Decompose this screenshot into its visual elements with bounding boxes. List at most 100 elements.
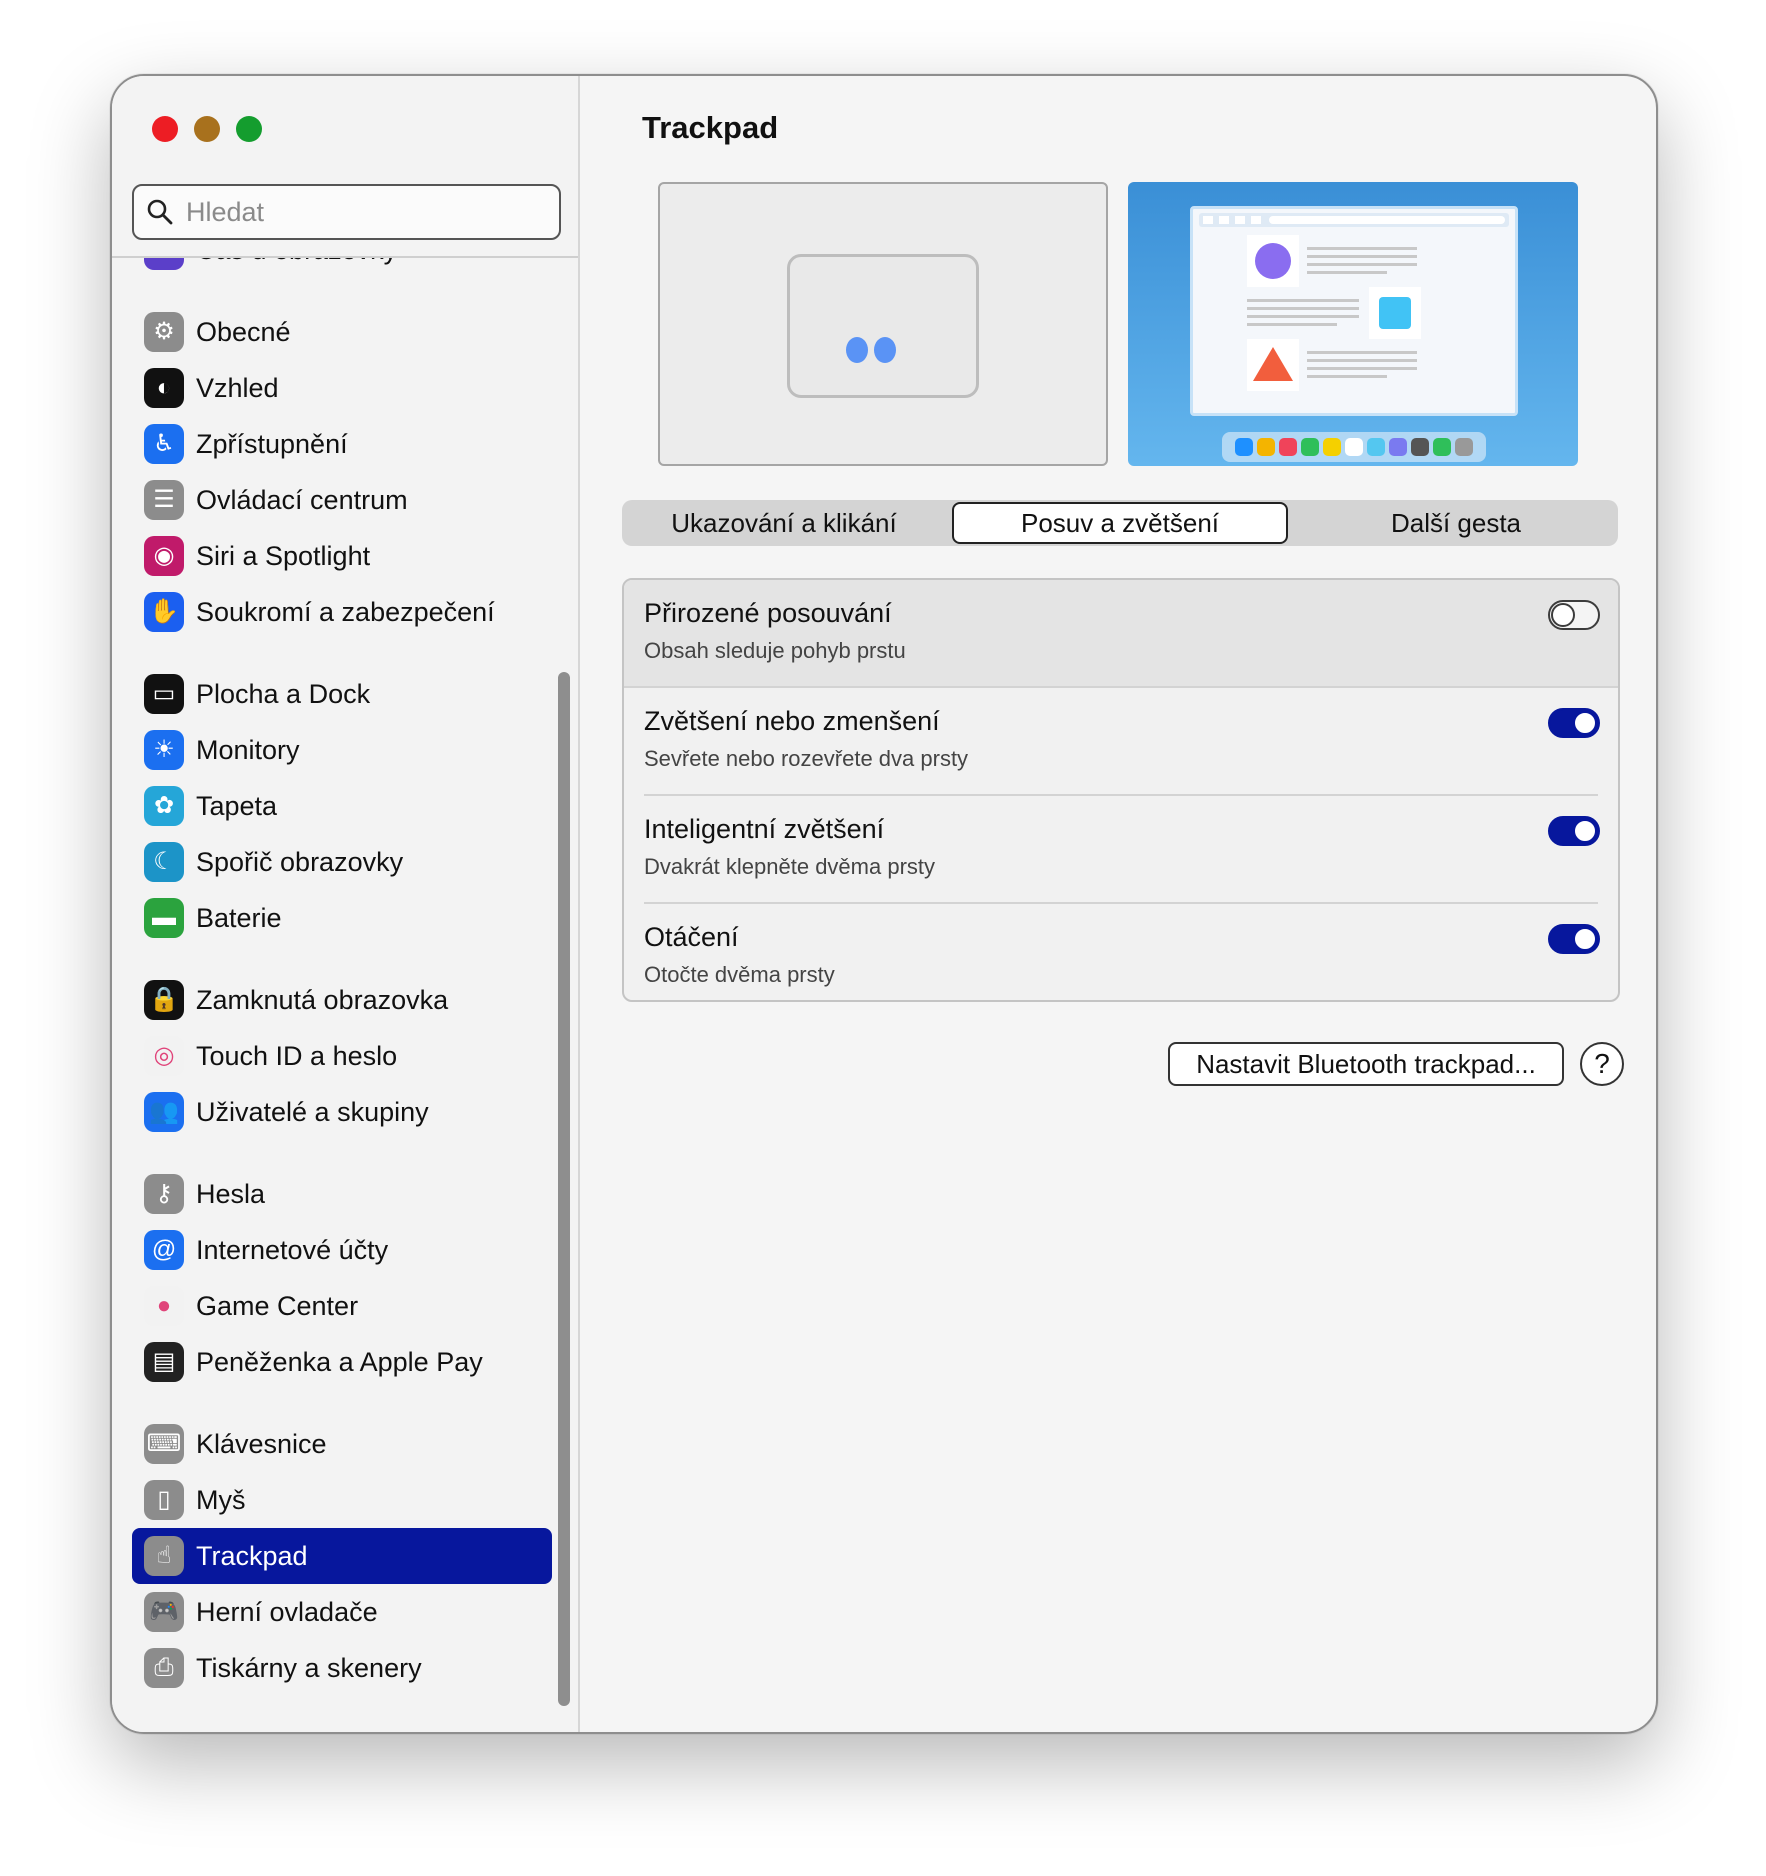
- tab-pointing-clicking[interactable]: Ukazování a klikání: [622, 502, 946, 544]
- trackpad-illustration: [787, 254, 979, 398]
- content-pane: Trackpad Ukazování a klikání Posuv a zvě…: [582, 76, 1656, 1732]
- game-center-icon: ●: [144, 1286, 184, 1326]
- gesture-settings-list: Přirozené posouvání Obsah sleduje pohyb …: [622, 578, 1620, 1002]
- zoom-window-button[interactable]: [236, 116, 262, 142]
- settings-window: ⧗ Čas u obrazovky ⚙ Obecné ◐ Vzhled ♿ Zpřístupn…: [110, 74, 1658, 1734]
- sidebar-item-klavesnice[interactable]: ⌨ Klávesnice: [132, 1416, 552, 1472]
- sidebar-scrollbar[interactable]: [558, 672, 570, 1706]
- at-icon: @: [144, 1230, 184, 1270]
- sidebar-item-label: Game Center: [196, 1290, 359, 1321]
- sidebar-item-mys[interactable]: ▯ Myš: [132, 1472, 552, 1528]
- finger-dot-icon: [874, 337, 896, 363]
- search-box[interactable]: [132, 184, 561, 240]
- setting-description: Otočte dvěma prsty: [644, 962, 835, 987]
- sidebar-group: ▭ Plocha a Dock ☀ Monitory ✿ Tapeta ☾ Spořič ob…: [132, 666, 552, 946]
- trackpad-icon: ☝: [144, 1536, 184, 1576]
- search-input[interactable]: [186, 196, 526, 228]
- sidebar-list[interactable]: ⧗ Čas u obrazovky ⚙ Obecné ◐ Vzhled ♿ Zpřístupn…: [132, 258, 552, 1714]
- setting-row-natural-scrolling: Přirozené posouvání Obsah sleduje pohyb …: [624, 580, 1618, 686]
- sidebar-item-monitory[interactable]: ☀ Monitory: [132, 722, 552, 778]
- sidebar-item-herni-ovladace[interactable]: 🎮 Herní ovladače: [132, 1584, 552, 1640]
- sidebar-item-game-center[interactable]: ● Game Center: [132, 1278, 552, 1334]
- natural-scrolling-toggle[interactable]: [1548, 600, 1600, 630]
- sidebar-item-label: Zpřístupnění: [196, 428, 348, 459]
- dock-icon: ▭: [144, 674, 184, 714]
- appearance-icon: ◐: [144, 368, 184, 408]
- page-title: Trackpad: [642, 110, 779, 145]
- sidebar-item-trackpad[interactable]: ☝ Trackpad: [132, 1528, 552, 1584]
- sidebar-item-soukromi-a-zabezpeceni[interactable]: ✋ Soukromí a zabezpečení: [132, 584, 552, 640]
- sidebar-item-hesla[interactable]: ⚷ Hesla: [132, 1166, 552, 1222]
- sidebar-item-label: Monitory: [196, 734, 300, 765]
- setting-row-smart-zoom: Inteligentní zvětšení Dvakrát klepněte d…: [624, 796, 1618, 902]
- sidebar-item-uzivatele-a-skupiny[interactable]: 👥 Uživatelé a skupiny: [132, 1084, 552, 1140]
- printer-icon: ⎙: [144, 1648, 184, 1688]
- sidebar-item-zamknuta-obrazovka[interactable]: 🔒 Zamknutá obrazovka: [132, 972, 552, 1028]
- accessibility-icon: ♿: [144, 424, 184, 464]
- tab-scroll-zoom[interactable]: Posuv a zvětšení: [952, 502, 1288, 544]
- sidebar-item-label: Plocha a Dock: [196, 678, 371, 709]
- sidebar-item-label: Tapeta: [196, 790, 278, 821]
- setting-label: Otáčení: [644, 922, 739, 952]
- preview-window-illustration: [1190, 206, 1518, 416]
- keyboard-icon: ⌨: [144, 1424, 184, 1464]
- gesture-preview-screen: [1128, 182, 1578, 466]
- sidebar-item-label: Spořič obrazovky: [196, 846, 404, 877]
- fingerprint-icon: ◎: [144, 1036, 184, 1076]
- setup-bluetooth-trackpad-button[interactable]: Nastavit Bluetooth trackpad...: [1168, 1042, 1564, 1086]
- smart-zoom-toggle[interactable]: [1548, 816, 1600, 846]
- sidebar-item-tiskarny-a-skenery[interactable]: ⎙ Tiskárny a skenery: [132, 1640, 552, 1696]
- finger-dot-icon: [846, 337, 868, 363]
- sidebar-item-label: Ovládací centrum: [196, 484, 408, 515]
- sidebar-item-sporic-obrazovky[interactable]: ☾ Spořič obrazovky: [132, 834, 552, 890]
- lock-icon: 🔒: [144, 980, 184, 1020]
- sidebar-item-internetove-ucty[interactable]: @ Internetové účty: [132, 1222, 552, 1278]
- sidebar-item-label: Internetové účty: [196, 1234, 389, 1265]
- sidebar-item-siri-a-spotlight[interactable]: ◉ Siri a Spotlight: [132, 528, 552, 584]
- window-controls: [152, 116, 262, 142]
- sidebar-item-label: Baterie: [196, 902, 282, 933]
- zoom-toggle[interactable]: [1548, 708, 1600, 738]
- setting-label: Inteligentní zvětšení: [644, 814, 885, 844]
- setting-description: Sevřete nebo rozevřete dva prsty: [644, 746, 969, 771]
- setting-description: Dvakrát klepněte dvěma prsty: [644, 854, 936, 879]
- sidebar-item-zpristupneni[interactable]: ♿ Zpřístupnění: [132, 416, 552, 472]
- gamepad-icon: 🎮: [144, 1592, 184, 1632]
- sidebar-item-touch-id-a-heslo[interactable]: ◎ Touch ID a heslo: [132, 1028, 552, 1084]
- sidebar-group: ⧗ Čas u obrazovky: [132, 258, 552, 278]
- minimize-window-button[interactable]: [194, 116, 220, 142]
- mouse-icon: ▯: [144, 1480, 184, 1520]
- sidebar-item-label: Uživatelé a skupiny: [196, 1096, 429, 1127]
- sun-icon: ☀: [144, 730, 184, 770]
- users-icon: 👥: [144, 1092, 184, 1132]
- sidebar-item-vzhled[interactable]: ◐ Vzhled: [132, 360, 552, 416]
- sidebar-item-label: Trackpad: [196, 1540, 308, 1571]
- preview-content-icon: [1199, 213, 1509, 391]
- rotate-toggle[interactable]: [1548, 924, 1600, 954]
- sidebar-item-cas-u-obrazovky[interactable]: ⧗ Čas u obrazovky: [132, 258, 552, 278]
- sidebar-group: ⚷ Hesla @ Internetové účty ● Game Center ▤ Peně…: [132, 1166, 552, 1390]
- setting-label: Zvětšení nebo zmenšení: [644, 706, 940, 736]
- setting-label: Přirozené posouvání: [644, 598, 892, 628]
- control-center-icon: ☰: [144, 480, 184, 520]
- sidebar-item-plocha-a-dock[interactable]: ▭ Plocha a Dock: [132, 666, 552, 722]
- setting-row-zoom: Zvětšení nebo zmenšení Sevřete nebo roze…: [624, 688, 1618, 794]
- sidebar-item-label: Hesla: [196, 1178, 266, 1209]
- sidebar-item-ovladaci-centrum[interactable]: ☰ Ovládací centrum: [132, 472, 552, 528]
- sidebar-group: ⚙ Obecné ◐ Vzhled ♿ Zpřístupnění ☰ Ovládací cen…: [132, 304, 552, 640]
- search-icon: [147, 199, 173, 225]
- tab-more-gestures[interactable]: Další gesta: [1294, 502, 1618, 544]
- help-button[interactable]: ?: [1580, 1042, 1624, 1086]
- sidebar-item-label: Tiskárny a skenery: [196, 1652, 422, 1683]
- sidebar-item-baterie[interactable]: ▬ Baterie: [132, 890, 552, 946]
- battery-icon: ▬: [144, 898, 184, 938]
- sidebar-item-tapeta[interactable]: ✿ Tapeta: [132, 778, 552, 834]
- sidebar-item-label: Vzhled: [196, 372, 279, 403]
- setting-description: Obsah sleduje pohyb prstu: [644, 638, 906, 663]
- sidebar-item-obecne[interactable]: ⚙ Obecné: [132, 304, 552, 360]
- close-window-button[interactable]: [152, 116, 178, 142]
- sidebar-item-label: Myš: [196, 1484, 246, 1515]
- sidebar-item-penezenka-a-apple-pay[interactable]: ▤ Peněženka a Apple Pay: [132, 1334, 552, 1390]
- flower-icon: ✿: [144, 786, 184, 826]
- hand-icon: ✋: [144, 592, 184, 632]
